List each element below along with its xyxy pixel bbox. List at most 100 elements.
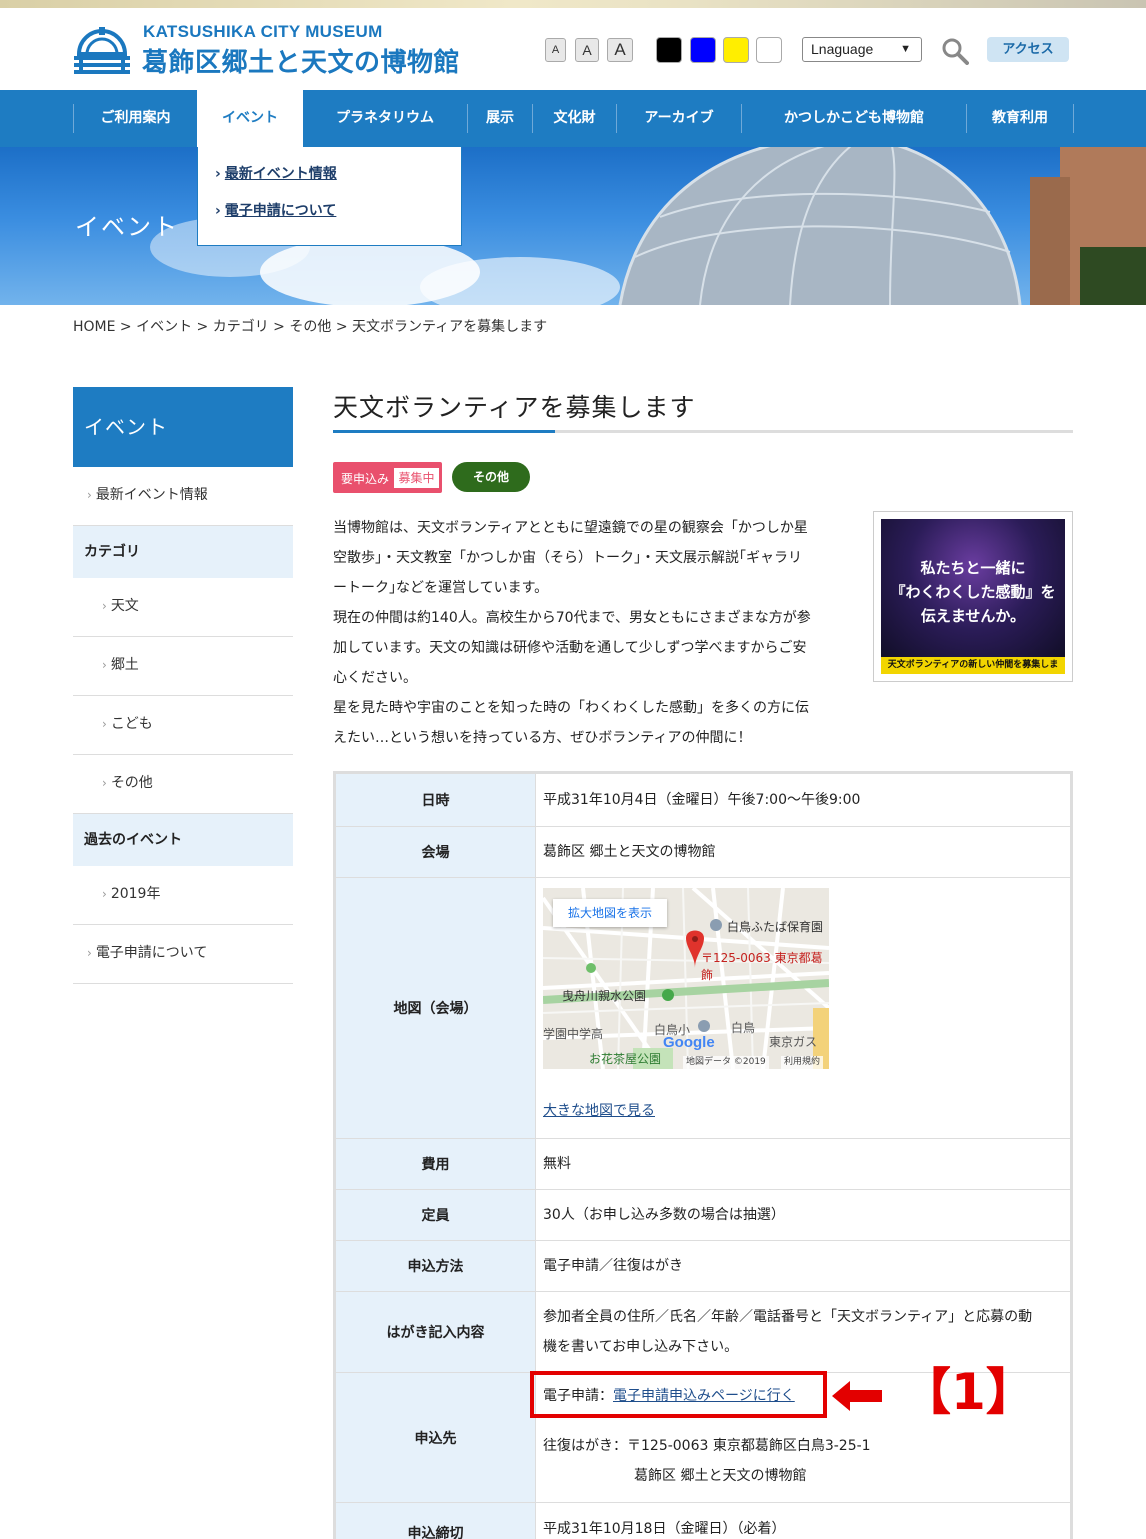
chevron-right-icon: › xyxy=(87,946,92,960)
sidebar-item-other[interactable]: › その他 xyxy=(73,755,293,814)
tag-category[interactable]: その他 xyxy=(452,462,530,492)
language-select[interactable]: Lnaguage ▼ xyxy=(802,37,922,62)
sidebar-item-latest[interactable]: › 最新イベント情報 xyxy=(73,467,293,526)
embedded-map[interactable]: 拡大地図を表示 白鳥ふたば保育園 〒125-0063 東京都葛飾 曳舟川親水公園… xyxy=(543,888,829,1069)
chevron-right-icon: › xyxy=(215,203,221,219)
dropdown-item-label: 電子申請について xyxy=(224,203,337,219)
map-label: 〒125-0063 東京都葛飾 xyxy=(701,951,823,982)
poster-text: 伝えませんか。 xyxy=(920,607,1026,625)
intro-line: 現在の仲間は約140人。高校生から70代まで、男女ともにさまざまな方が参 xyxy=(333,610,811,626)
sidebar-item-label: その他 xyxy=(110,775,153,791)
top-accent-line xyxy=(0,0,1146,8)
intro-text: 当博物館は、天文ボランティアとともに望遠鏡での星の観察会「かつしか星 空散歩」・… xyxy=(333,513,853,753)
poster-text: 『わくわくした感動』を xyxy=(890,583,1056,601)
sidebar-item-label: 最新イベント情報 xyxy=(95,487,208,503)
arrow-left-icon xyxy=(832,1381,882,1411)
map-label: お花茶屋公園 xyxy=(589,1052,662,1066)
sidebar-heading: イベント xyxy=(73,387,293,467)
breadcrumb[interactable]: HOME > イベント > カテゴリ > その他 > 天文ボランティアを募集しま… xyxy=(73,316,547,336)
postcard-address: 往復はがき：〒125-0063 東京都葛飾区白鳥3-25-1 xyxy=(543,1438,871,1454)
nav-item-exhibition[interactable]: 展示 xyxy=(468,90,532,147)
font-size-medium-button[interactable]: A xyxy=(575,38,599,62)
map-label: 東京ガス xyxy=(769,1035,818,1049)
dropdown-item-latest-events[interactable]: › 最新イベント情報 xyxy=(215,163,337,183)
nav-item-archive[interactable]: アーカイブ xyxy=(617,90,741,147)
table-row: 会場 葛飾区 郷土と天文の博物館 xyxy=(336,827,1070,878)
font-size-large-button[interactable]: A xyxy=(607,38,633,62)
intro-line: ートーク｣などを運営しています。 xyxy=(333,580,549,596)
logo-english: KATSUSHIKA CITY MUSEUM xyxy=(143,22,383,41)
nav-item-event[interactable]: イベント xyxy=(197,90,303,147)
sidebar-item-astronomy[interactable]: › 天文 xyxy=(73,578,293,637)
map-terms-link[interactable]: 利用規約 xyxy=(781,1056,824,1069)
color-white-button[interactable] xyxy=(756,37,782,63)
access-button[interactable]: アクセス xyxy=(987,37,1069,62)
intro-line: えたい…という想いを持っている方、ぜひボランティアの仲間に！ xyxy=(333,730,752,746)
sidebar-item-label: 電子申請について xyxy=(95,945,208,961)
google-logo: Google xyxy=(663,1034,715,1051)
chevron-right-icon: › xyxy=(87,488,92,502)
search-icon[interactable] xyxy=(941,37,969,65)
nav-item-education[interactable]: 教育利用 xyxy=(967,90,1073,147)
large-map-link[interactable]: 大きな地図で見る xyxy=(543,1100,655,1120)
tag-status-label: 募集中 xyxy=(394,468,439,488)
row-value-capacity: 30人（お申し込み多数の場合は抽選） xyxy=(543,1207,785,1223)
postcard-recipient: 葛飾区 郷土と天文の博物館 xyxy=(634,1468,807,1484)
map-label: 学園中学高 xyxy=(543,1027,604,1041)
tag-required-label: 要申込み xyxy=(341,472,390,486)
row-value-fee: 無料 xyxy=(543,1156,571,1172)
table-row: 申込締切 平成31年10月18日（金曜日）（必着） xyxy=(336,1503,1070,1539)
table-row: 費用 無料 xyxy=(336,1139,1070,1190)
poster-caption: 天文ボランティアの新しい仲間を募集します。 xyxy=(881,657,1065,674)
table-row: 定員 30人（お申し込み多数の場合は抽選） xyxy=(336,1190,1070,1241)
highlight-box xyxy=(530,1371,827,1418)
color-black-button[interactable] xyxy=(656,37,682,63)
sidebar-item-local-history[interactable]: › 郷土 xyxy=(73,637,293,696)
intro-line: 星を見た時や宇宙のことを知った時の「わくわくした感動」を多くの方に伝 xyxy=(333,700,809,716)
site-logo[interactable]: KATSUSHIKA CITY MUSEUM 葛飾区郷土と天文の博物館 xyxy=(73,22,473,78)
row-label-capacity: 定員 xyxy=(336,1190,536,1240)
nav-item-kids-museum[interactable]: かつしかこども博物館 xyxy=(742,90,966,147)
dropdown-item-e-application[interactable]: › 電子申請について xyxy=(215,200,336,220)
row-value-venue: 葛飾区 郷土と天文の博物館 xyxy=(543,844,716,860)
row-label-apply-to: 申込先 xyxy=(336,1373,536,1502)
title-underline-accent xyxy=(333,430,555,433)
sidebar-item-label: 郷土 xyxy=(110,657,139,673)
hero-title: イベント xyxy=(75,213,179,241)
table-row: 地図（会場） 拡大地図を表示 白鳥ふたば保育園 〒125-0063 東京都葛飾 … xyxy=(336,878,1070,1139)
table-row: 日時 平成31年10月4日（金曜日）午後7:00～午後9:00 xyxy=(336,774,1070,827)
font-size-small-button[interactable]: A xyxy=(545,38,566,62)
nav-item-planetarium[interactable]: プラネタリウム xyxy=(303,90,467,147)
poster-artwork: 私たちと一緒に 『わくわくした感動』を 伝えませんか。 天文ボランティアの新しい… xyxy=(881,519,1065,674)
sidebar-item-kids[interactable]: › こども xyxy=(73,696,293,755)
color-yellow-button[interactable] xyxy=(723,37,749,63)
dropdown-arrow-icon: ▼ xyxy=(900,43,911,55)
sidebar-item-2019[interactable]: › 2019年 xyxy=(73,866,293,925)
postcard-line: 参加者全員の住所／氏名／年齢／電話番号と「天文ボランティア」と応募の動 xyxy=(543,1309,1033,1325)
sidebar-item-label: こども xyxy=(110,716,153,732)
sidebar-item-e-application[interactable]: › 電子申請について xyxy=(73,925,293,984)
row-label-deadline: 申込締切 xyxy=(336,1503,536,1539)
chevron-right-icon: › xyxy=(102,599,107,613)
nav-item-guide[interactable]: ご利用案内 xyxy=(74,90,197,147)
language-select-value: Lnaguage xyxy=(811,41,874,57)
map-label: 曳舟川親水公園 xyxy=(562,989,647,1003)
sidebar-past-heading: 過去のイベント xyxy=(73,814,293,866)
map-copyright: 地図データ ©2019 xyxy=(683,1056,769,1069)
row-label-map: 地図（会場） xyxy=(336,878,536,1138)
map-expand-button[interactable]: 拡大地図を表示 xyxy=(553,899,667,927)
museum-logo-icon xyxy=(74,27,130,74)
volunteer-poster-image[interactable]: 私たちと一緒に 『わくわくした感動』を 伝えませんか。 天文ボランティアの新しい… xyxy=(873,511,1073,682)
row-label-datetime: 日時 xyxy=(336,774,536,826)
intro-line: 空散歩」・天文教室「かつしか宙（そら）トーク」・天文展示解説｢ギャラリ xyxy=(333,550,802,566)
map-label: 白鳥ふたば保育園 xyxy=(727,920,824,934)
poster-text: 私たちと一緒に xyxy=(920,559,1026,577)
event-dropdown-menu: › 最新イベント情報 › 電子申請について xyxy=(197,147,462,246)
sidebar-category-heading: カテゴリ xyxy=(73,526,293,578)
row-label-fee: 費用 xyxy=(336,1139,536,1189)
nav-item-cultural-property[interactable]: 文化財 xyxy=(533,90,616,147)
row-label-venue: 会場 xyxy=(336,827,536,877)
color-blue-button[interactable] xyxy=(690,37,716,63)
sidebar-item-label: 天文 xyxy=(110,598,139,614)
chevron-right-icon: › xyxy=(102,887,107,901)
